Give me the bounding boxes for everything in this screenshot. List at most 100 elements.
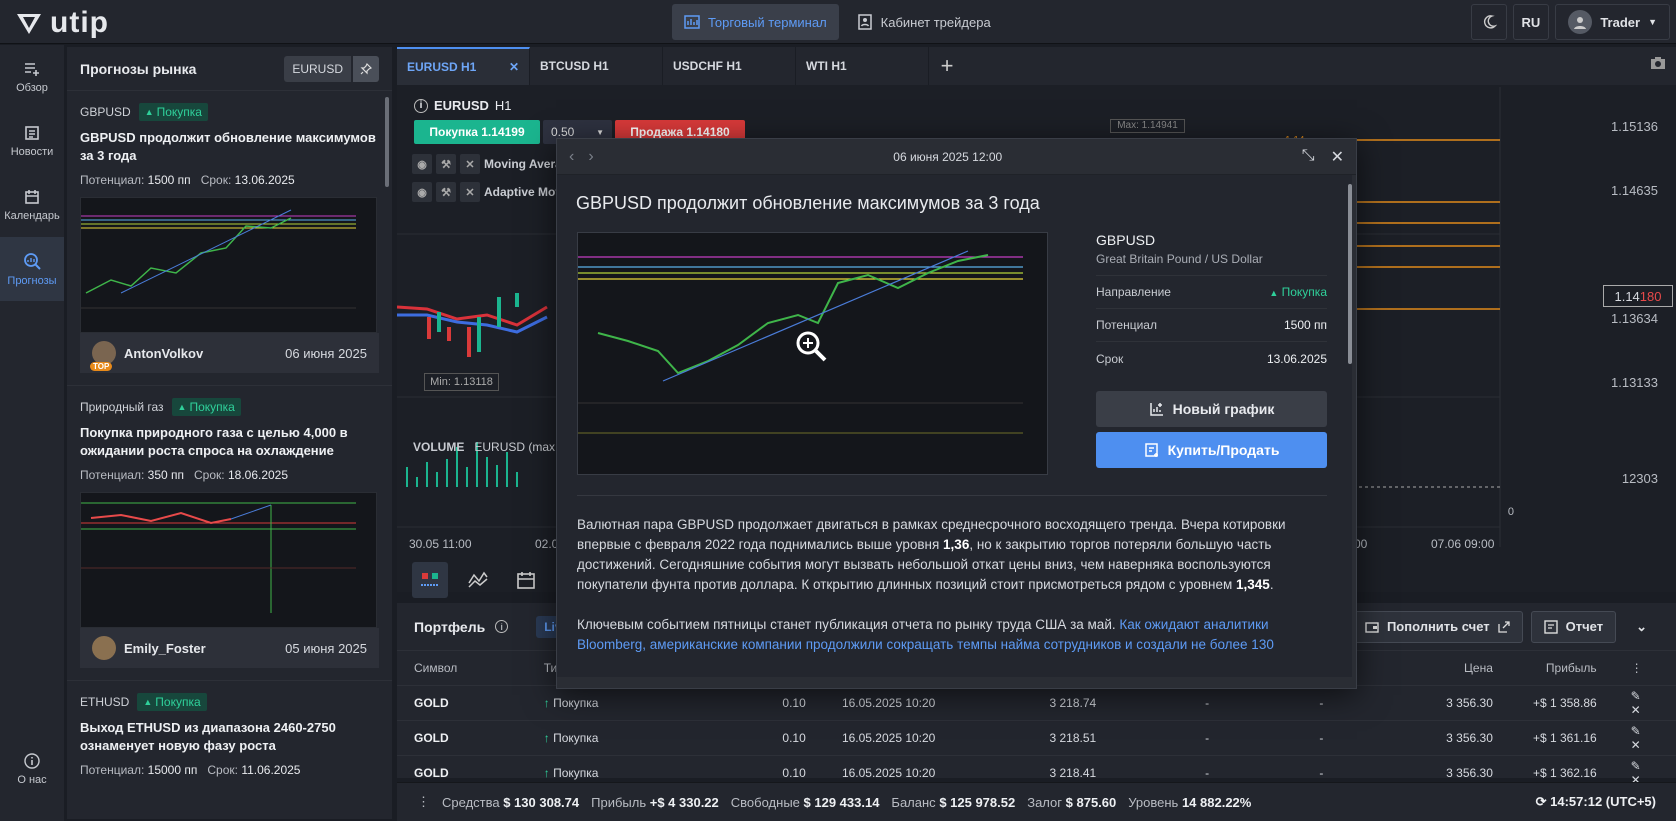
table-row[interactable]: GOLD ↑ Покупка 0.10 16.05.2025 10:20 3 2… bbox=[397, 684, 1676, 720]
chart-tabs: EURUSD H1 ✕ BTCUSD H1 USDCHF H1 WTI H1 + bbox=[397, 47, 1676, 85]
info-icon[interactable]: i bbox=[495, 620, 509, 633]
minimize-icon[interactable]: ⤡ bbox=[1302, 147, 1315, 167]
eye-icon[interactable]: ◉ bbox=[412, 182, 432, 202]
col-profit[interactable]: Прибыль bbox=[1510, 651, 1614, 685]
edit-icon[interactable]: ✎ bbox=[1631, 689, 1641, 703]
status-level: Уровень 14 882.22% bbox=[1128, 794, 1252, 810]
wrench-icon[interactable]: ⚒ bbox=[436, 182, 456, 202]
external-link-icon bbox=[1497, 620, 1510, 633]
chart-timeframe[interactable]: H1 bbox=[495, 98, 512, 113]
tab-wti[interactable]: WTI H1 bbox=[796, 47, 929, 85]
forecast-author-row[interactable]: Emily_Foster 05 июня 2025 bbox=[80, 628, 379, 668]
forecast-info: GBPUSD Great Britain Pound / US Dollar Н… bbox=[1096, 232, 1327, 468]
candles-tool[interactable] bbox=[412, 562, 448, 598]
close-icon[interactable]: ✕ bbox=[509, 60, 519, 74]
chevron-left-icon[interactable]: ‹ bbox=[569, 148, 574, 166]
calendar-tool[interactable] bbox=[508, 562, 544, 598]
plus-icon: + bbox=[940, 53, 954, 78]
wallet-icon bbox=[1365, 621, 1379, 633]
close-icon[interactable]: ✕ bbox=[1631, 703, 1641, 717]
cell-open: 3 218.74 bbox=[1032, 684, 1189, 720]
current-price-tag: 1.14 180 bbox=[1603, 285, 1673, 307]
theme-toggle-button[interactable] bbox=[1470, 4, 1507, 40]
chart-symbol: EURUSD bbox=[434, 98, 489, 113]
forecast-chart-image[interactable] bbox=[577, 232, 1048, 475]
status-margin: Залог $ 875.60 bbox=[1027, 794, 1117, 810]
user-menu-button[interactable]: Trader ▼ bbox=[1555, 4, 1670, 40]
chevron-right-icon[interactable]: › bbox=[588, 148, 593, 166]
forecast-meta: Потенциал: 350 пп Срок: 18.06.2025 bbox=[80, 468, 289, 482]
tab-usdchf[interactable]: USDCHF H1 bbox=[663, 47, 796, 85]
forecast-symbol: ETHUSD bbox=[80, 695, 130, 709]
nav-overview-label: Обзор bbox=[16, 81, 48, 94]
author-avatar bbox=[92, 636, 116, 660]
logo-icon bbox=[17, 14, 41, 34]
forecast-chart-image[interactable] bbox=[80, 492, 377, 628]
wrench-icon[interactable]: ⚒ bbox=[436, 154, 456, 174]
info-icon[interactable]: i bbox=[414, 98, 428, 113]
logo[interactable]: utip bbox=[14, 6, 109, 40]
forecast-author-row[interactable]: TOP AntonVolkov 06 июня 2025 bbox=[80, 333, 379, 373]
report-button[interactable]: Отчет bbox=[1530, 610, 1617, 643]
modal-date: 06 июня 2025 12:00 bbox=[893, 149, 1003, 164]
author-name: Emily_Foster bbox=[124, 640, 206, 656]
eye-icon[interactable]: ◉ bbox=[412, 154, 432, 174]
line-chart-icon bbox=[468, 571, 488, 588]
more-icon[interactable]: ⋮ bbox=[417, 794, 430, 810]
edit-icon[interactable]: ✎ bbox=[1631, 724, 1641, 738]
nav-about[interactable]: О нас bbox=[0, 737, 64, 801]
author-avatar: TOP bbox=[90, 341, 116, 371]
arrow-up-icon: ↑ bbox=[543, 765, 550, 780]
nav-news[interactable]: Новости bbox=[0, 109, 64, 173]
time-axis-label: 30.05 11:00 bbox=[409, 537, 472, 551]
new-chart-button[interactable]: Новый график bbox=[1096, 391, 1327, 427]
info-symbol: GBPUSD bbox=[1096, 232, 1156, 248]
edit-icon[interactable]: ✎ bbox=[1631, 759, 1641, 773]
indicators-tool[interactable] bbox=[460, 562, 496, 598]
nav-calendar[interactable]: Календарь bbox=[0, 173, 64, 237]
time-axis-label: 07.06 09:00 bbox=[1431, 537, 1495, 551]
nav-trader-cabinet[interactable]: Кабинет трейдера bbox=[845, 4, 1003, 40]
forecast-date: 06 июня 2025 bbox=[285, 345, 367, 361]
tab-eurusd[interactable]: EURUSD H1 ✕ bbox=[397, 47, 530, 85]
info-direction: Направление ▲ Покупка bbox=[1096, 276, 1327, 309]
screenshot-button[interactable] bbox=[1650, 56, 1666, 73]
deposit-button[interactable]: Пополнить счет bbox=[1351, 610, 1523, 643]
col-symbol[interactable]: Символ bbox=[397, 651, 527, 685]
order-icon bbox=[1144, 443, 1158, 457]
add-tab-button[interactable]: + bbox=[929, 47, 965, 85]
forecast-card[interactable]: ETHUSD ▲ Покупка Выход ETHUSD из диапазон… bbox=[67, 681, 392, 789]
modal-scrollbar[interactable] bbox=[1348, 184, 1352, 364]
volume-zero-label: 0 bbox=[1507, 506, 1514, 518]
nav-calendar-label: Календарь bbox=[4, 209, 60, 222]
price-axis-label: 1.15136 bbox=[1611, 119, 1658, 134]
direction-badge: ▲ Покупка bbox=[138, 103, 208, 121]
forecast-card[interactable]: GBPUSD ▲ Покупка GBPUSD продолжит обновле… bbox=[67, 91, 392, 386]
forecast-scrollbar[interactable] bbox=[385, 97, 389, 187]
pin-icon[interactable] bbox=[353, 55, 379, 82]
info-potential: Потенциал 1500 пп bbox=[1096, 309, 1327, 342]
tab-btcusd[interactable]: BTCUSD H1 bbox=[530, 47, 663, 85]
forecast-card[interactable]: Природный газ ▲ Покупка Покупка природног… bbox=[67, 386, 392, 681]
logo-text: utip bbox=[50, 6, 109, 39]
nav-forecasts[interactable]: Прогнозы bbox=[0, 237, 64, 301]
status-funds: Средства $ 130 308.74 bbox=[442, 794, 580, 810]
close-icon[interactable]: ✕ bbox=[460, 182, 480, 202]
col-price[interactable]: Цена bbox=[1365, 651, 1510, 685]
more-icon[interactable]: ⋮ bbox=[1614, 651, 1676, 685]
buy-sell-button[interactable]: Купить/Продать bbox=[1096, 432, 1327, 468]
nav-trading-terminal[interactable]: Торговый терминал bbox=[672, 4, 839, 40]
buy-button[interactable]: Покупка 1.14199 bbox=[414, 120, 540, 144]
max-price-label: Max: 1.14941 bbox=[1110, 119, 1185, 133]
table-row[interactable]: GOLD ↑ Покупка 0.10 16.05.2025 10:20 3 2… bbox=[397, 719, 1676, 755]
language-button[interactable]: RU bbox=[1512, 4, 1550, 40]
close-icon[interactable]: ✕ bbox=[1331, 147, 1344, 167]
symbol-filter[interactable]: EURUSD bbox=[284, 55, 351, 82]
forecasts-title: Прогнозы рынка bbox=[80, 60, 197, 77]
close-icon[interactable]: ✕ bbox=[460, 154, 480, 174]
close-icon[interactable]: ✕ bbox=[1631, 738, 1641, 752]
collapse-button[interactable]: ⌄ bbox=[1624, 611, 1659, 643]
forecast-chart-image[interactable] bbox=[80, 197, 377, 333]
calendar-icon bbox=[517, 572, 535, 589]
nav-overview[interactable]: Обзор bbox=[0, 45, 64, 109]
